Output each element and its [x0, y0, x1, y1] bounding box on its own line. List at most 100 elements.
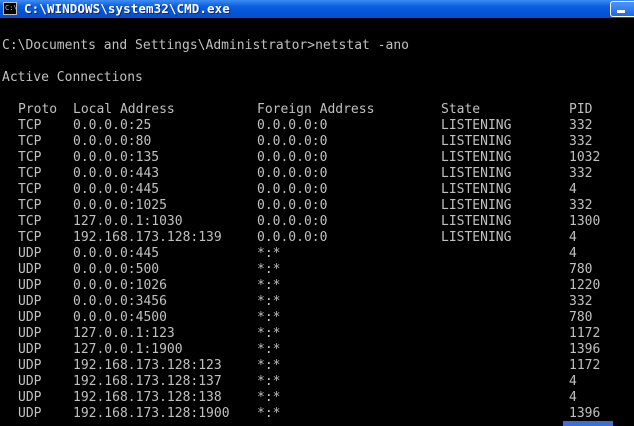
cell-foreign: *:*	[257, 278, 281, 293]
table-row: TCP 0.0.0.0:1025 0.0.0.0:0 LISTENING 332	[2, 198, 622, 214]
cell-proto: UDP	[18, 326, 42, 341]
cell-state: LISTENING	[441, 214, 512, 229]
cell-foreign: *:*	[257, 358, 281, 373]
cell-state: LISTENING	[441, 134, 512, 149]
minimize-icon	[617, 10, 625, 13]
header-proto: Proto	[18, 102, 58, 117]
title-bar[interactable]: C:\ C:\WINDOWS\system32\CMD.exe	[0, 0, 634, 18]
cell-foreign: 0.0.0.0:0	[257, 134, 328, 149]
header-foreign-address: Foreign Address	[257, 102, 375, 117]
cell-pid: 4	[569, 390, 577, 405]
cell-local: 0.0.0.0:445	[73, 246, 160, 261]
cell-local: 0.0.0.0:445	[73, 182, 160, 197]
cell-foreign: *:*	[257, 294, 281, 309]
cmd-icon[interactable]: C:\	[3, 2, 18, 15]
table-row: UDP 0.0.0.0:445 *:* 4	[2, 246, 622, 262]
cell-pid: 4	[569, 230, 577, 245]
cell-proto: TCP	[18, 134, 42, 149]
cell-local: 0.0.0.0:443	[73, 166, 160, 181]
scrollbar[interactable]	[563, 421, 613, 426]
table-row: UDP 192.168.173.128:137 *:* 4	[2, 374, 622, 390]
cell-proto: TCP	[18, 166, 42, 181]
cell-proto: TCP	[18, 150, 42, 165]
cell-foreign: *:*	[257, 246, 281, 261]
cell-foreign: *:*	[257, 342, 281, 357]
cell-local: 192.168.173.128:1900	[73, 406, 230, 421]
cell-pid: 780	[569, 310, 593, 325]
cell-proto: UDP	[18, 390, 42, 405]
cell-local: 127.0.0.1:123	[73, 326, 175, 341]
cell-proto: TCP	[18, 230, 42, 245]
command-line: C:\Documents and Settings\Administrator>…	[2, 38, 409, 53]
table-header: Proto Local Address Foreign Address Stat…	[2, 102, 622, 118]
cell-proto: UDP	[18, 310, 42, 325]
cell-state: LISTENING	[441, 150, 512, 165]
cell-proto: UDP	[18, 246, 42, 261]
cell-foreign: *:*	[257, 326, 281, 341]
table-row: TCP 127.0.0.1:1030 0.0.0.0:0 LISTENING 1300	[2, 214, 622, 230]
section-heading: Active Connections	[2, 70, 143, 85]
table-row: TCP 0.0.0.0:25 0.0.0.0:0 LISTENING 332	[2, 118, 622, 134]
cell-local: 0.0.0.0:3456	[73, 294, 167, 309]
cell-foreign: 0.0.0.0:0	[257, 230, 328, 245]
cell-foreign: *:*	[257, 406, 281, 421]
table-row: UDP 127.0.0.1:123 *:* 1172	[2, 326, 622, 342]
table-row: UDP 0.0.0.0:1026 *:* 1220	[2, 278, 622, 294]
cell-local: 0.0.0.0:1025	[73, 198, 167, 213]
cell-foreign: 0.0.0.0:0	[257, 214, 328, 229]
cell-state: LISTENING	[441, 198, 512, 213]
cell-proto: UDP	[18, 262, 42, 277]
cell-state: LISTENING	[441, 182, 512, 197]
cell-proto: UDP	[18, 374, 42, 389]
cell-local: 0.0.0.0:135	[73, 150, 160, 165]
cell-pid: 1300	[569, 214, 601, 229]
cell-local: 192.168.173.128:138	[73, 390, 222, 405]
cell-pid: 332	[569, 294, 593, 309]
table-row: TCP 0.0.0.0:135 0.0.0.0:0 LISTENING 1032	[2, 150, 622, 166]
table-row: TCP 0.0.0.0:443 0.0.0.0:0 LISTENING 332	[2, 166, 622, 182]
cell-foreign: 0.0.0.0:0	[257, 166, 328, 181]
cell-foreign: 0.0.0.0:0	[257, 198, 328, 213]
header-pid: PID	[569, 102, 593, 117]
table-row: UDP 192.168.173.128:138 *:* 4	[2, 390, 622, 406]
cell-foreign: 0.0.0.0:0	[257, 182, 328, 197]
header-state: State	[441, 102, 481, 117]
table-row: TCP 0.0.0.0:445 0.0.0.0:0 LISTENING 4	[2, 182, 622, 198]
cell-pid: 1172	[569, 358, 601, 373]
cell-local: 192.168.173.128:137	[73, 374, 222, 389]
cell-foreign: *:*	[257, 390, 281, 405]
cell-state: LISTENING	[441, 230, 512, 245]
cell-pid: 1172	[569, 326, 601, 341]
cell-local: 127.0.0.1:1030	[73, 214, 183, 229]
cell-proto: UDP	[18, 294, 42, 309]
cell-local: 127.0.0.1:1900	[73, 342, 183, 357]
table-row: TCP 0.0.0.0:80 0.0.0.0:0 LISTENING 332	[2, 134, 622, 150]
cell-local: 0.0.0.0:25	[73, 118, 152, 133]
cell-proto: UDP	[18, 358, 42, 373]
console-output[interactable]: C:\Documents and Settings\Administrator>…	[2, 18, 634, 426]
cell-proto: TCP	[18, 198, 42, 213]
cell-pid: 332	[569, 134, 593, 149]
cell-pid: 1396	[569, 406, 601, 421]
cell-foreign: 0.0.0.0:0	[257, 118, 328, 133]
table-row: UDP 192.168.173.128:123 *:* 1172	[2, 358, 622, 374]
cell-proto: UDP	[18, 342, 42, 357]
cell-pid: 1220	[569, 278, 601, 293]
cell-proto: UDP	[18, 278, 42, 293]
table-row: UDP 127.0.0.1:1900 *:* 1396	[2, 342, 622, 358]
cell-state: LISTENING	[441, 166, 512, 181]
cell-local: 192.168.173.128:123	[73, 358, 222, 373]
cmd-window: C:\ C:\WINDOWS\system32\CMD.exe C:\Docum…	[0, 0, 634, 426]
table-row: UDP 0.0.0.0:3456 *:* 332	[2, 294, 622, 310]
cell-foreign: 0.0.0.0:0	[257, 150, 328, 165]
cell-proto: TCP	[18, 118, 42, 133]
cell-proto: UDP	[18, 406, 42, 421]
minimize-button[interactable]	[610, 1, 634, 17]
cell-proto: TCP	[18, 214, 42, 229]
cell-foreign: *:*	[257, 374, 281, 389]
table-row: UDP 0.0.0.0:4500 *:* 780	[2, 310, 622, 326]
cell-pid: 332	[569, 118, 593, 133]
cell-local: 192.168.173.128:139	[73, 230, 222, 245]
cell-pid: 4	[569, 374, 577, 389]
cell-pid: 4	[569, 246, 577, 261]
